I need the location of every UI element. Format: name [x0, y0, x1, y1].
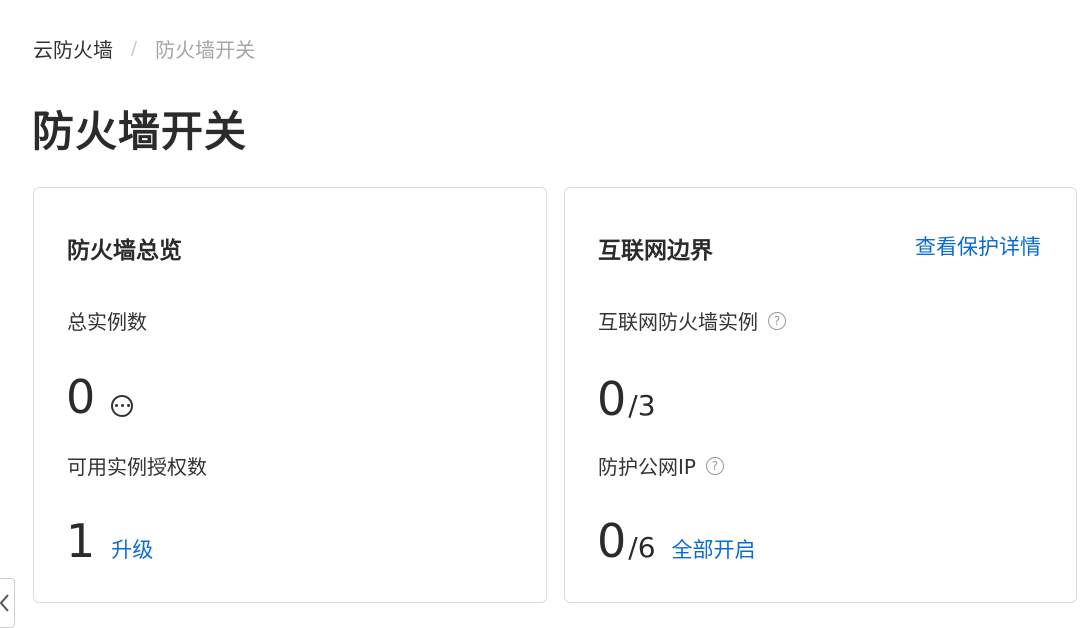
breadcrumb-separator: /: [131, 38, 138, 59]
protected-public-ip-value-row: 0 /6 全部开启: [597, 518, 756, 564]
internet-boundary-card: 互联网边界 查看保护详情 互联网防火墙实例 ? 0 /3 防护公网IP ? 0 …: [564, 187, 1077, 603]
internet-firewall-instances-label: 互联网防火墙实例 ?: [598, 306, 786, 335]
protected-public-ip-total: /6: [628, 531, 656, 564]
ellipsis-circle-icon[interactable]: [111, 394, 134, 417]
breadcrumb-item-cloud-firewall[interactable]: 云防火墙: [33, 34, 113, 63]
available-licenses-label: 可用实例授权数: [67, 455, 207, 479]
collapse-sidebar-button[interactable]: [0, 578, 15, 628]
total-instances-value-row: 0: [66, 370, 134, 424]
chevron-left-icon: [0, 594, 9, 612]
card-title: 防火墙总览: [67, 238, 182, 264]
total-instances-value: 0: [66, 370, 96, 424]
internet-firewall-instances-value: 0: [597, 372, 627, 426]
internet-firewall-instances-total: /3: [628, 389, 656, 422]
page-title: 防火墙开关: [32, 107, 248, 156]
total-instances-label: 总实例数: [67, 310, 147, 334]
card-title: 互联网边界: [598, 238, 713, 264]
help-icon[interactable]: ?: [705, 456, 724, 475]
upgrade-link[interactable]: 升级: [111, 534, 153, 564]
enable-all-link[interactable]: 全部开启: [672, 534, 756, 564]
breadcrumb-item-current: 防火墙开关: [155, 38, 256, 62]
breadcrumb: 云防火墙 / 防火墙开关: [33, 34, 255, 63]
view-protection-details-link[interactable]: 查看保护详情: [915, 231, 1041, 261]
help-icon[interactable]: ?: [768, 311, 786, 330]
available-licenses-value: 1: [66, 514, 96, 568]
internet-firewall-instances-value-row: 0 /3: [597, 376, 656, 422]
available-licenses-value-row: 1 升级: [66, 518, 153, 564]
protected-public-ip-label: 防护公网IP ?: [598, 451, 724, 480]
protected-public-ip-value: 0: [597, 514, 627, 568]
firewall-overview-card: 防火墙总览 总实例数 0 可用实例授权数 1 升级: [33, 187, 547, 603]
